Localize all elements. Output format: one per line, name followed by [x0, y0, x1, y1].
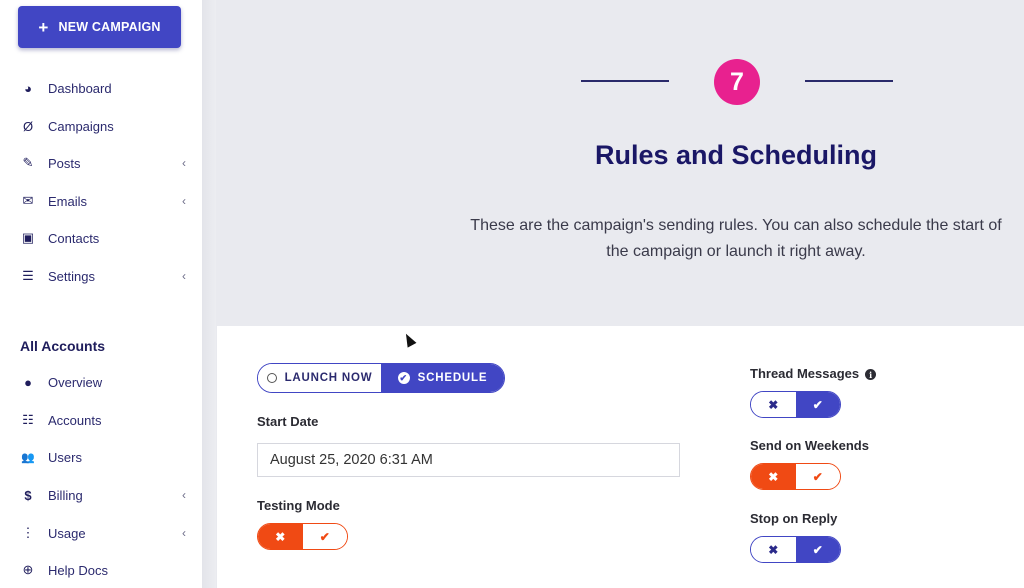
sidebar-item-help-docs[interactable]: ⊕ Help Docs	[0, 555, 202, 585]
chevron-left-icon: ‹	[182, 156, 186, 170]
sidebar-item-label: Contacts	[48, 230, 100, 246]
sidebar: + NEW CAMPAIGN ◕ Dashboard Ø Campaigns ✎…	[0, 0, 202, 588]
step-line-right	[805, 80, 893, 82]
check-circle-icon: ✔	[397, 372, 410, 384]
info-icon[interactable]: i	[865, 369, 877, 381]
sidebar-item-settings[interactable]: ☰ Settings ‹	[0, 261, 202, 291]
sidebar-item-posts[interactable]: ✎ Posts ‹	[0, 148, 202, 178]
check-icon[interactable]: ✔	[795, 392, 840, 417]
sidebar-item-label: Emails	[48, 193, 88, 209]
sidebar-item-contacts[interactable]: ▣ Contacts	[0, 223, 202, 253]
stop-on-reply-label: Stop on Reply	[750, 511, 838, 526]
launch-now-label: LAUNCH NOW	[284, 372, 373, 384]
sidebar-item-label: Usage	[48, 525, 86, 541]
x-icon[interactable]: ✖	[751, 464, 796, 489]
chevron-left-icon: ‹	[182, 526, 186, 540]
sidebar-item-overview[interactable]: ● Overview	[0, 367, 202, 397]
dashboard-icon: ◕	[24, 80, 32, 96]
sidebar-item-dashboard[interactable]: ◕ Dashboard	[0, 73, 202, 103]
thread-messages-label: Thread Messages i	[750, 366, 877, 381]
globe-icon: ●	[24, 374, 32, 390]
users-icon: 👥	[21, 451, 35, 464]
all-accounts-heading: All Accounts	[20, 338, 106, 354]
x-icon[interactable]: ✖	[751, 537, 796, 562]
pencil-icon: ✎	[22, 155, 34, 170]
usage-icon: ⋮	[21, 525, 35, 540]
sidebar-item-usage[interactable]: ⋮ Usage ‹	[0, 518, 202, 548]
dollar-icon: $	[24, 487, 32, 503]
x-icon[interactable]: ✖	[751, 392, 796, 417]
new-campaign-label: NEW CAMPAIGN	[58, 20, 161, 34]
x-icon[interactable]: ✖	[258, 524, 303, 549]
sidebar-item-label: Help Docs	[48, 562, 108, 578]
testing-mode-label: Testing Mode	[257, 498, 340, 513]
check-icon[interactable]: ✔	[795, 537, 840, 562]
testing-mode-toggle[interactable]: ✖ ✔	[257, 523, 348, 550]
sidebar-item-accounts[interactable]: ☷ Accounts	[0, 405, 202, 435]
thread-messages-toggle[interactable]: ✖ ✔	[750, 391, 841, 418]
chevron-left-icon: ‹	[182, 194, 186, 208]
sidebar-divider	[202, 0, 216, 588]
schedule-label: SCHEDULE	[417, 372, 488, 384]
sidebar-item-label: Campaigns	[48, 118, 114, 134]
page-title: Rules and Scheduling	[594, 140, 878, 170]
stop-on-reply-toggle[interactable]: ✖ ✔	[750, 536, 841, 563]
new-campaign-button[interactable]: + NEW CAMPAIGN	[18, 6, 181, 48]
sliders-icon: ☰	[22, 268, 34, 283]
page-description: These are the campaign's sending rules. …	[470, 217, 1002, 260]
sidebar-item-emails[interactable]: ✉ Emails ‹	[0, 186, 202, 216]
check-icon[interactable]: ✔	[302, 524, 347, 549]
step-line-left	[581, 80, 669, 82]
radio-empty-icon	[266, 373, 277, 383]
sidebar-item-label: Overview	[48, 374, 103, 390]
server-icon: ☷	[22, 412, 34, 427]
launch-now-option[interactable]: LAUNCH NOW	[258, 364, 381, 392]
start-date-input[interactable]	[257, 443, 680, 477]
sidebar-item-label: Dashboard	[48, 80, 112, 96]
sidebar-item-label: Posts	[48, 155, 81, 171]
plus-icon: +	[38, 17, 49, 37]
sidebar-item-users[interactable]: 👥 Users	[0, 442, 202, 472]
schedule-option[interactable]: ✔ SCHEDULE	[381, 364, 504, 392]
launch-mode-selector: LAUNCH NOW ✔ SCHEDULE	[257, 363, 505, 393]
check-icon[interactable]: ✔	[795, 464, 840, 489]
lifebuoy-icon: ⊕	[22, 562, 34, 577]
send-on-weekends-label: Send on Weekends	[750, 438, 869, 453]
envelope-icon: ✉	[22, 193, 34, 208]
sidebar-item-label: Billing	[48, 487, 83, 503]
send-on-weekends-toggle[interactable]: ✖ ✔	[750, 463, 841, 490]
contact-card-icon: ▣	[21, 230, 35, 245]
thread-messages-text: Thread Messages	[750, 366, 860, 381]
sidebar-item-label: Users	[48, 449, 82, 465]
sidebar-item-billing[interactable]: $ Billing ‹	[0, 480, 202, 510]
sidebar-item-label: Accounts	[48, 412, 102, 428]
campaigns-icon: Ø	[22, 118, 34, 134]
chevron-left-icon: ‹	[182, 269, 186, 283]
start-date-label: Start Date	[257, 414, 319, 429]
sidebar-item-campaigns[interactable]: Ø Campaigns	[0, 111, 202, 141]
step-number-badge: 7	[714, 59, 760, 105]
sidebar-item-label: Settings	[48, 268, 95, 284]
chevron-left-icon: ‹	[182, 488, 186, 502]
